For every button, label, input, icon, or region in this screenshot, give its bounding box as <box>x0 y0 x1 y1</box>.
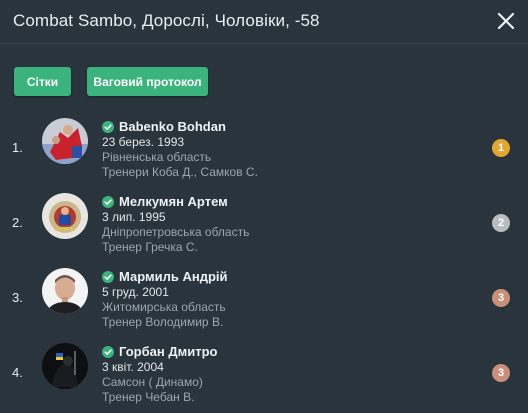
coach: Тренер Чебан В. <box>102 390 195 404</box>
verified-check-icon <box>102 195 114 208</box>
athlete-name[interactable]: Мармиль Андрій <box>119 269 228 284</box>
avatar <box>42 118 88 164</box>
close-icon[interactable] <box>496 11 516 31</box>
avatar <box>42 343 88 389</box>
birth-date: 23 берез. 1993 <box>102 135 185 149</box>
page-title: Combat Sambo, Дорослі, Чоловіки, -58 <box>13 11 320 30</box>
athlete-name[interactable]: Мелкумян Артем <box>119 194 228 209</box>
verified-check-icon <box>102 120 114 133</box>
region: Рівненська область <box>102 150 212 164</box>
athlete-row[interactable]: 4. Горбан Дмитро 3 квіт. 2004 Самсон ( Д… <box>0 343 528 413</box>
rank-number: 1. <box>12 140 23 155</box>
athlete-row[interactable]: 2. Мелкумян Артем 3 лип. 1995 Дніпропетр… <box>0 193 528 263</box>
athlete-name[interactable]: Горбан Дмитро <box>119 344 217 359</box>
birth-date: 3 лип. 1995 <box>102 210 166 224</box>
place-badge: 3 <box>492 364 510 382</box>
coach: Тренер Гречка С. <box>102 240 198 254</box>
birth-date: 3 квіт. 2004 <box>102 360 164 374</box>
athlete-row[interactable]: 1. Babenko Bohdan 23 берез. 1993 Рівненс… <box>0 118 528 188</box>
modal-header: Combat Sambo, Дорослі, Чоловіки, -58 <box>0 0 528 44</box>
avatar <box>42 268 88 314</box>
place-badge: 1 <box>492 139 510 157</box>
verified-check-icon <box>102 270 114 283</box>
region: Дніпропетровська область <box>102 225 250 239</box>
region: Житомирська область <box>102 300 226 314</box>
coach: Тренери Коба Д., Самков С. <box>102 165 258 179</box>
coach: Тренер Володимир В. <box>102 315 224 329</box>
rank-number: 4. <box>12 365 23 380</box>
rank-number: 3. <box>12 290 23 305</box>
region: Самсон ( Динамо) <box>102 375 203 389</box>
place-badge: 3 <box>492 289 510 307</box>
weigh-in-protocol-button[interactable]: Ваговий протокол <box>87 67 208 96</box>
athlete-row[interactable]: 3. Мармиль Андрій 5 груд. 2001 Житомирсь… <box>0 268 528 338</box>
grids-button[interactable]: Сітки <box>14 67 71 96</box>
athlete-name[interactable]: Babenko Bohdan <box>119 119 226 134</box>
rank-number: 2. <box>12 215 23 230</box>
birth-date: 5 груд. 2001 <box>102 285 169 299</box>
place-badge: 2 <box>492 214 510 232</box>
verified-check-icon <box>102 345 114 358</box>
avatar <box>42 193 88 239</box>
